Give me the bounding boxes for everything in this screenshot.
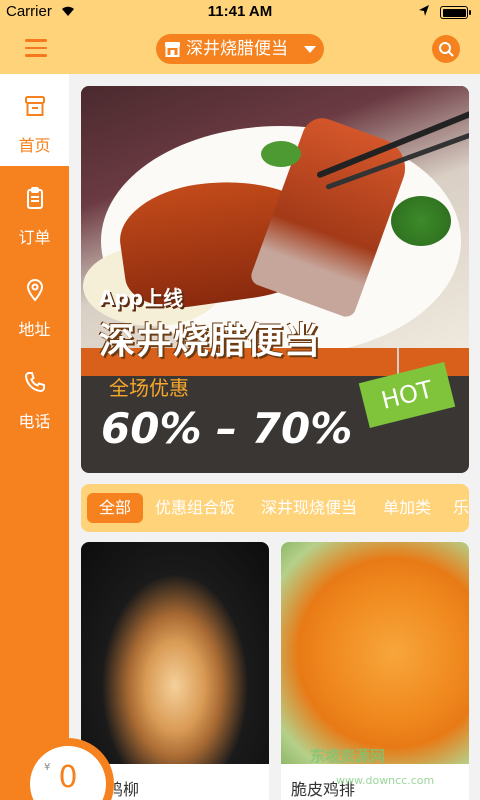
cart-inner: ¥ 0 0 件 [30,746,106,800]
cart-count: 0 [58,760,78,795]
sidebar-item-address[interactable]: 地址 [0,258,69,350]
tab-add-ons[interactable]: 单加类 [383,493,431,523]
chevron-down-icon [304,46,316,53]
product-card[interactable]: 花鸡柳 [81,542,269,800]
category-tabs: 全部 优惠组合饭 深井现烧便当 单加类 乐 [81,484,469,532]
sidebar-item-label: 首页 [18,136,51,155]
sidebar-nav: 首页 订单 地址 电话 [0,74,69,800]
tab-all[interactable]: 全部 [87,493,144,523]
battery-icon [440,6,471,19]
promo-banner[interactable]: App上线 深井烧腊便当 全场优惠 60% – 70% HOT [81,86,469,473]
sidebar-item-phone[interactable]: 电话 [0,350,69,442]
product-image [281,542,469,764]
tab-fresh-bento[interactable]: 深井现烧便当 [261,493,357,523]
store-name: 深井烧腊便当 [186,39,288,59]
sidebar-item-home[interactable]: 首页 [0,74,69,166]
tab-more[interactable]: 乐 [453,493,469,523]
watermark-text: 东坡资源网 [310,747,386,765]
product-image [81,542,269,764]
sidebar-item-label: 电话 [18,412,51,431]
banner-title: 深井烧腊便当 [99,321,322,362]
search-icon [439,42,454,57]
tab-combo-rice[interactable]: 优惠组合饭 [155,493,235,523]
sidebar-item-orders[interactable]: 订单 [0,166,69,258]
banner-promo-text: 全场优惠 [109,376,189,400]
store-selector-dropdown[interactable]: 深井烧腊便当 [156,34,324,64]
clipboard-icon [27,187,43,209]
status-bar: Carrier 11:41 AM [0,0,480,24]
sidebar-item-label: 地址 [18,320,51,339]
location-pin-icon [26,279,44,302]
home-store-icon [25,96,45,116]
banner-discount: 60% – 70% [101,404,353,453]
shop-icon [165,42,180,57]
watermark-url: www.downcc.com [336,774,435,787]
location-arrow-icon [419,5,429,16]
app-screen: Carrier 11:41 AM 深井烧腊便当 首页 订单 地址 电话 App上… [0,0,480,800]
phone-icon [24,372,45,393]
top-nav-bar: 深井烧腊便当 [0,24,480,74]
banner-app-line: App上线 [99,286,184,310]
menu-hamburger-icon[interactable] [25,39,47,59]
search-button[interactable] [432,35,460,63]
clock-time: 11:41 AM [207,3,273,20]
sidebar-item-label: 订单 [18,228,51,247]
